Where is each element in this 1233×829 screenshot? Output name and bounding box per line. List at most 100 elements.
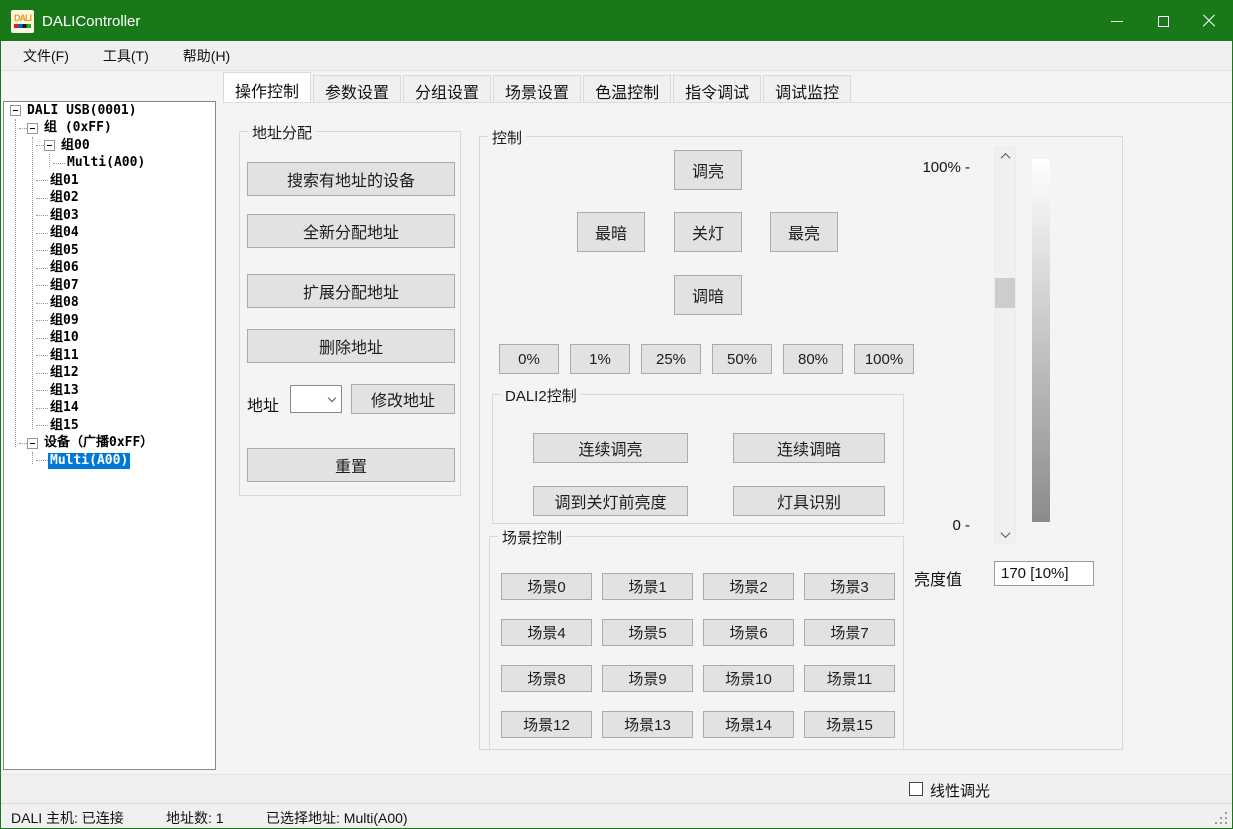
address-label: 地址 <box>247 392 279 416</box>
scene-button-9[interactable]: 场景9 <box>602 665 693 692</box>
scene-button-3[interactable]: 场景3 <box>804 573 895 600</box>
tab-2[interactable]: 分组设置 <box>403 75 491 102</box>
control-groupbox-title: 控制 <box>488 127 526 148</box>
scene-button-0[interactable]: 场景0 <box>501 573 592 600</box>
tab-strip: 操作控制参数设置分组设置场景设置色温控制指令调试调试监控 <box>223 73 853 102</box>
tree-item-16[interactable]: 组13 <box>4 382 215 400</box>
reset-button[interactable]: 重置 <box>247 448 455 482</box>
scene-button-14[interactable]: 场景14 <box>703 711 794 738</box>
recall-last-level-button[interactable]: 调到关灯前亮度 <box>533 486 688 516</box>
scene-button-12[interactable]: 场景12 <box>501 711 592 738</box>
tree-item-10[interactable]: 组07 <box>4 277 215 295</box>
percent-button-80pct[interactable]: 80% <box>783 344 843 374</box>
tree-item-4[interactable]: 组01 <box>4 172 215 190</box>
menu-item-1[interactable]: 工具(T) <box>99 43 153 69</box>
percent-button-1pct[interactable]: 1% <box>570 344 630 374</box>
close-button[interactable] <box>1186 1 1232 41</box>
minimize-icon <box>1111 21 1123 22</box>
tree-connector <box>36 338 48 339</box>
menu-item-2[interactable]: 帮助(H) <box>179 43 234 69</box>
tree-item-19[interactable]: 设备（广播0xFF） <box>4 435 215 453</box>
percent-button-50pct[interactable]: 50% <box>712 344 772 374</box>
tab-4[interactable]: 色温控制 <box>583 75 671 102</box>
tree-expander-collapse-icon[interactable] <box>10 105 21 116</box>
scrollbar-thumb[interactable] <box>995 278 1015 308</box>
maximize-button[interactable] <box>1140 1 1186 41</box>
close-icon <box>1202 14 1216 28</box>
address-groupbox-title: 地址分配 <box>248 122 316 143</box>
percent-button-25pct[interactable]: 25% <box>641 344 701 374</box>
tree-item-label: 组01 <box>48 173 81 189</box>
percent-button-0pct[interactable]: 0% <box>499 344 559 374</box>
light-off-button[interactable]: 关灯 <box>674 212 742 252</box>
footer-strip: 线性调光 <box>1 774 1232 803</box>
resize-grip[interactable] <box>1215 812 1227 824</box>
tree-item-11[interactable]: 组08 <box>4 295 215 313</box>
assign-new-address-button[interactable]: 全新分配地址 <box>247 214 455 248</box>
tab-5[interactable]: 指令调试 <box>673 75 761 102</box>
tab-1[interactable]: 参数设置 <box>313 75 401 102</box>
tree-expander-collapse-icon[interactable] <box>44 140 55 151</box>
tree-connector <box>36 268 48 269</box>
max-brightness-button[interactable]: 最亮 <box>770 212 838 252</box>
search-addressed-devices-button[interactable]: 搜索有地址的设备 <box>247 162 455 196</box>
scene-button-1[interactable]: 场景1 <box>602 573 693 600</box>
tree-item-label-selected: Multi(A00) <box>48 453 130 469</box>
brightness-scrollbar[interactable] <box>994 147 1016 544</box>
tree-item-0[interactable]: DALI USB(0001) <box>4 102 215 120</box>
tree-item-5[interactable]: 组02 <box>4 190 215 208</box>
tree-item-18[interactable]: 组15 <box>4 417 215 435</box>
scene-button-10[interactable]: 场景10 <box>703 665 794 692</box>
linear-dimming-checkbox[interactable] <box>909 782 923 796</box>
device-tree[interactable]: DALI USB(0001)组 (0xFF)组00Multi(A00)组01组0… <box>3 101 216 770</box>
scrollbar-up-arrow[interactable] <box>995 148 1015 165</box>
title-bar: DALI DALIController <box>1 1 1232 41</box>
tree-item-label: 组04 <box>48 225 81 241</box>
scene-button-6[interactable]: 场景6 <box>703 619 794 646</box>
lamp-identify-button[interactable]: 灯具识别 <box>733 486 885 516</box>
modify-address-button[interactable]: 修改地址 <box>351 384 455 414</box>
scene-button-5[interactable]: 场景5 <box>602 619 693 646</box>
scene-button-15[interactable]: 场景15 <box>804 711 895 738</box>
tree-item-7[interactable]: 组04 <box>4 225 215 243</box>
continuous-dim-down-button[interactable]: 连续调暗 <box>733 433 885 463</box>
tree-item-label: 组11 <box>48 348 81 364</box>
tab-0[interactable]: 操作控制 <box>223 72 311 102</box>
address-combobox[interactable] <box>290 385 342 413</box>
tab-6[interactable]: 调试监控 <box>763 75 851 102</box>
tree-item-6[interactable]: 组03 <box>4 207 215 225</box>
scene-button-2[interactable]: 场景2 <box>703 573 794 600</box>
tree-item-8[interactable]: 组05 <box>4 242 215 260</box>
tab-3[interactable]: 场景设置 <box>493 75 581 102</box>
tree-connector <box>36 285 48 286</box>
brightness-value-field[interactable]: 170 [10%] <box>994 561 1094 586</box>
tree-item-12[interactable]: 组09 <box>4 312 215 330</box>
scene-button-7[interactable]: 场景7 <box>804 619 895 646</box>
tree-item-2[interactable]: 组00 <box>4 137 215 155</box>
percent-button-100pct[interactable]: 100% <box>854 344 914 374</box>
dim-up-button[interactable]: 调亮 <box>674 150 742 190</box>
min-brightness-button[interactable]: 最暗 <box>577 212 645 252</box>
scene-button-11[interactable]: 场景11 <box>804 665 895 692</box>
tree-item-17[interactable]: 组14 <box>4 400 215 418</box>
tree-expander-collapse-icon[interactable] <box>27 438 38 449</box>
tree-item-3[interactable]: Multi(A00) <box>4 155 215 173</box>
tree-item-20[interactable]: Multi(A00) <box>4 452 215 470</box>
dim-down-button[interactable]: 调暗 <box>674 275 742 315</box>
tree-item-9[interactable]: 组06 <box>4 260 215 278</box>
tree-expander-collapse-icon[interactable] <box>27 123 38 134</box>
minimize-button[interactable] <box>1094 1 1140 41</box>
scene-button-8[interactable]: 场景8 <box>501 665 592 692</box>
tree-item-label: 组12 <box>48 365 81 381</box>
scene-button-13[interactable]: 场景13 <box>602 711 693 738</box>
tree-item-13[interactable]: 组10 <box>4 330 215 348</box>
tree-item-14[interactable]: 组11 <box>4 347 215 365</box>
menu-item-0[interactable]: 文件(F) <box>19 43 73 69</box>
tree-item-1[interactable]: 组 (0xFF) <box>4 120 215 138</box>
tree-item-15[interactable]: 组12 <box>4 365 215 383</box>
scrollbar-down-arrow[interactable] <box>995 526 1015 543</box>
scene-button-4[interactable]: 场景4 <box>501 619 592 646</box>
delete-address-button[interactable]: 删除地址 <box>247 329 455 363</box>
extend-assign-address-button[interactable]: 扩展分配地址 <box>247 274 455 308</box>
continuous-dim-up-button[interactable]: 连续调亮 <box>533 433 688 463</box>
